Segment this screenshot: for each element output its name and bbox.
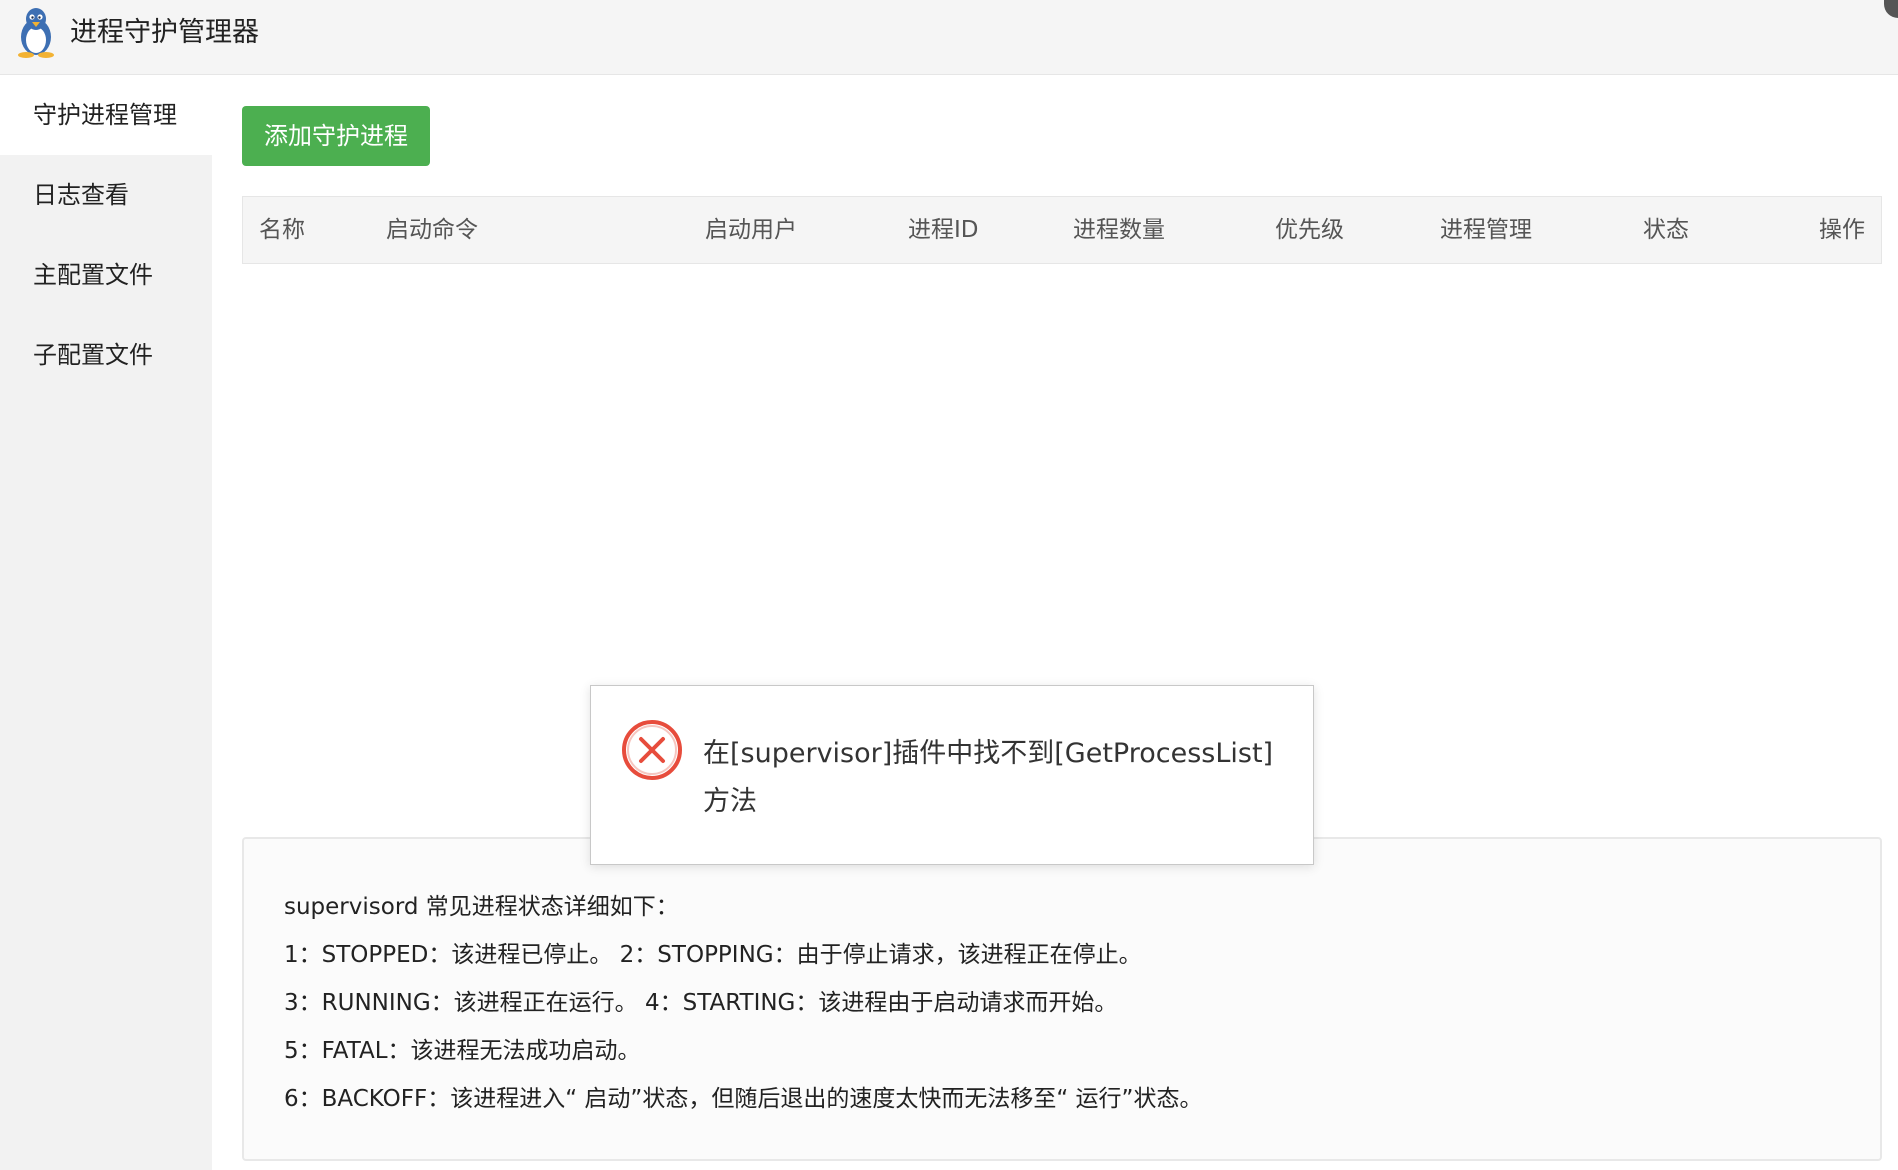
sidebar: 守护进程管理 日志查看 主配置文件 子配置文件 [0,75,212,1170]
sidebar-item-log-view[interactable]: 日志查看 [0,155,212,235]
column-header-priority[interactable]: 优先级 [1275,197,1344,263]
column-header-process-id[interactable]: 进程ID [908,197,979,263]
info-title: supervisord 常见进程状态详细如下： [284,894,679,920]
column-header-process-count[interactable]: 进程数量 [1073,197,1165,263]
info-line: 1：STOPPED：该进程已停止。 2：STOPPING：由于停止请求，该进程正… [284,942,1142,968]
sidebar-item-sub-config[interactable]: 子配置文件 [0,315,212,395]
column-header-start-user[interactable]: 启动用户 [705,197,797,263]
process-table-header: 名称 启动命令 启动用户 进程ID 进程数量 优先级 进程管理 状态 操作 [242,196,1882,264]
title-bar: 进程守护管理器 [0,0,1898,75]
status-info-panel: supervisord 常见进程状态详细如下： 1：STOPPED：该进程已停止… [242,837,1882,1161]
sidebar-item-daemon-management[interactable]: 守护进程管理 [0,75,212,155]
error-toast: 在[supervisor]插件中找不到[GetProcessList]方法 [590,685,1314,865]
column-header-name[interactable]: 名称 [259,197,305,263]
error-circle-x-icon [622,720,682,780]
column-header-actions[interactable]: 操作 [1819,197,1865,263]
app-title: 进程守护管理器 [70,17,259,48]
info-line: 5：FATAL：该进程无法成功启动。 [284,1038,641,1064]
sidebar-item-main-config[interactable]: 主配置文件 [0,235,212,315]
column-header-start-command[interactable]: 启动命令 [386,197,478,263]
main-content: 添加守护进程 名称 启动命令 启动用户 进程ID 进程数量 优先级 进程管理 状… [212,75,1898,1170]
error-message: 在[supervisor]插件中找不到[GetProcessList]方法 [703,738,1274,817]
penguin-icon [18,8,54,58]
info-line: 3：RUNNING：该进程正在运行。 4：STARTING：该进程由于启动请求而… [284,990,1118,1016]
info-line: 6：BACKOFF：该进程进入“ 启动”状态，但随后退出的速度太快而无法移至“ … [284,1086,1203,1112]
window-corner-control[interactable] [1884,0,1898,18]
column-header-status[interactable]: 状态 [1643,197,1689,263]
column-header-process-management[interactable]: 进程管理 [1440,197,1532,263]
add-daemon-button[interactable]: 添加守护进程 [242,106,430,166]
